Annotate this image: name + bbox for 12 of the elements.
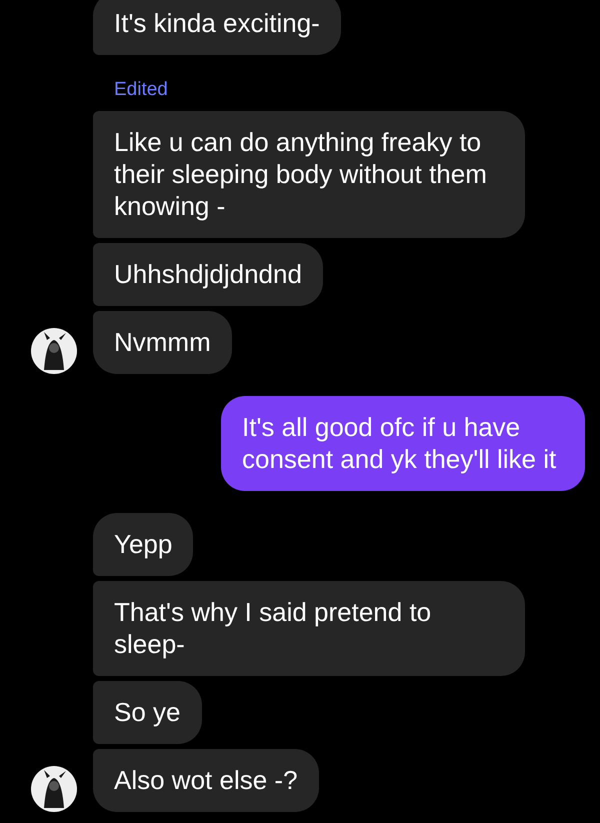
avatar-icon <box>31 766 77 812</box>
message-bubble: Uhhshdjdjdndnd <box>93 243 323 306</box>
message-bubble: So ye <box>93 681 202 744</box>
message-bubble: It's kinda exciting- <box>93 0 341 55</box>
message-bubble: Nvmmm <box>93 311 232 374</box>
edited-label: Edited <box>114 79 168 101</box>
message-bubble: Like u can do anything freaky to their sleeping body without them knowing - <box>93 111 525 238</box>
message-bubble: It's all good ofc if u have consent and yk they'll like it <box>221 396 585 491</box>
message-bubble: Yepp <box>93 513 194 576</box>
message-bubble: That's why I said pretend to sleep- <box>93 581 525 676</box>
message-bubble: Also wot else -? <box>93 749 319 812</box>
avatar-icon <box>31 328 77 374</box>
